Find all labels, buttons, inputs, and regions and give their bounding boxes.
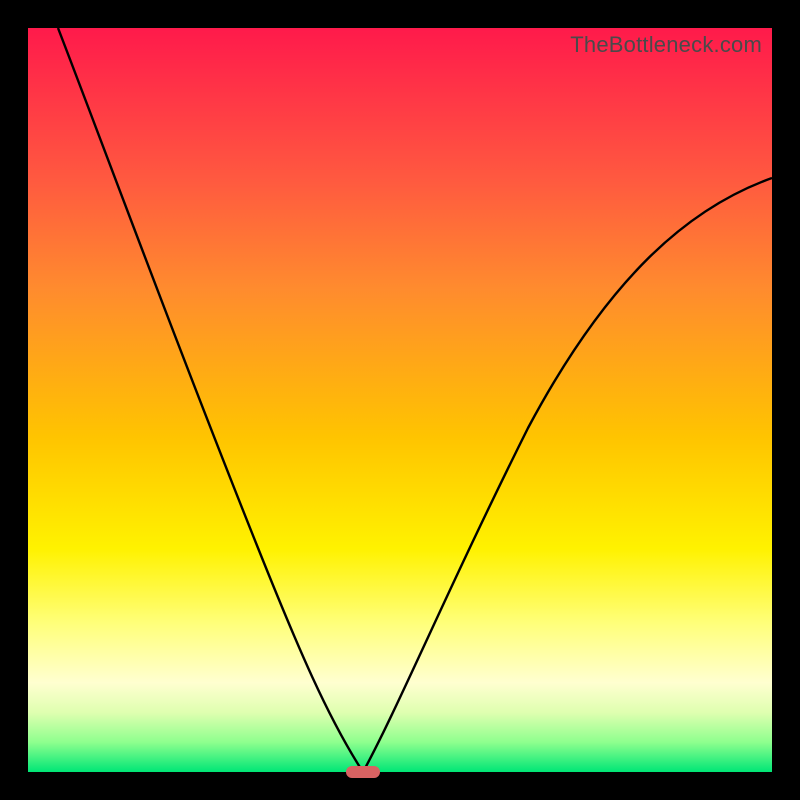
curve-path <box>58 28 772 772</box>
minimum-marker <box>346 766 380 778</box>
bottleneck-curve <box>28 28 772 772</box>
chart-frame: TheBottleneck.com <box>0 0 800 800</box>
plot-area: TheBottleneck.com <box>28 28 772 772</box>
